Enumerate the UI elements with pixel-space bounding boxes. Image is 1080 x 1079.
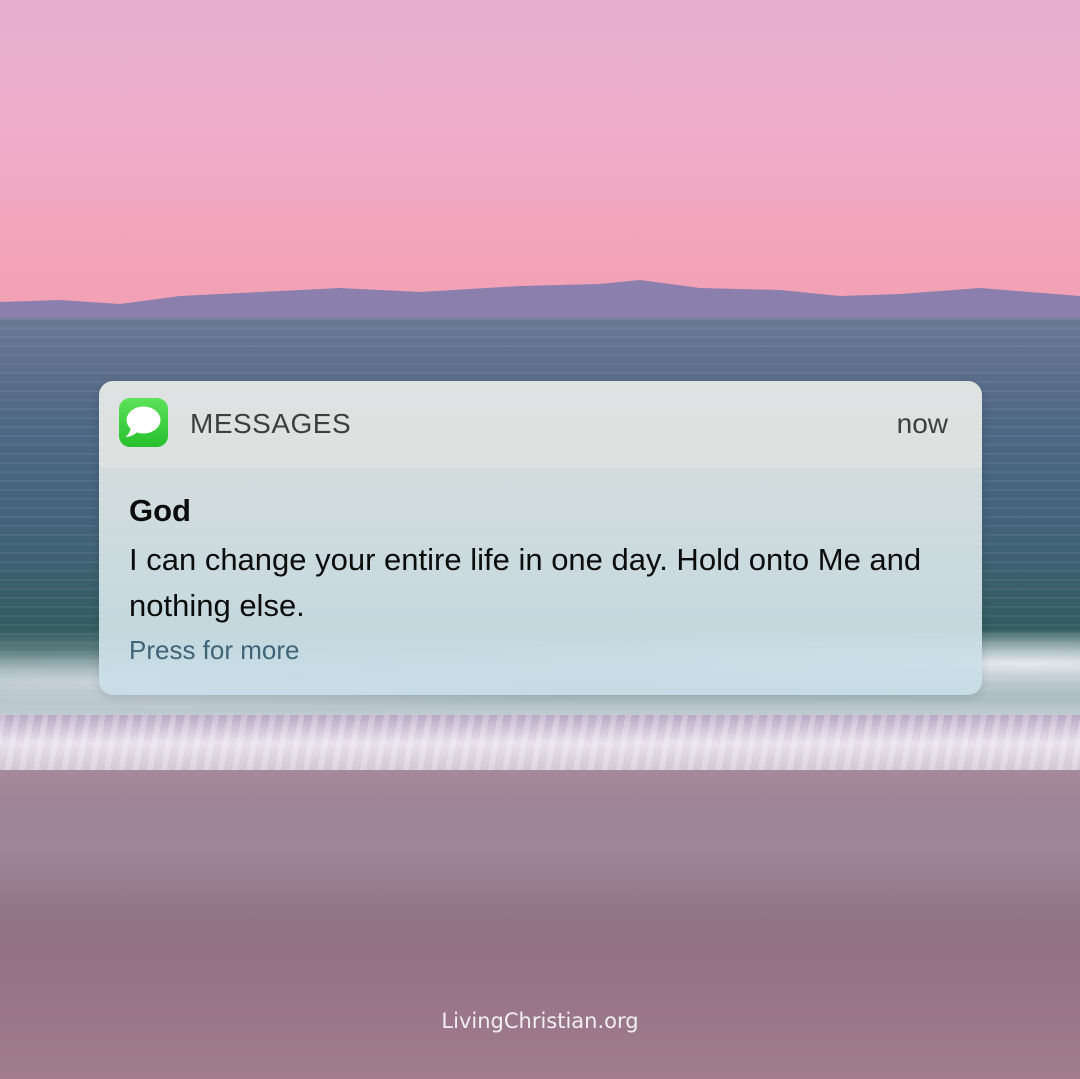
sand-haze bbox=[0, 790, 1080, 930]
message-sender: God bbox=[129, 493, 191, 528]
press-for-more-hint[interactable]: Press for more bbox=[129, 635, 300, 666]
notification-header: MESSAGES now bbox=[99, 381, 982, 467]
message-notification[interactable]: MESSAGES now God I can change your entir… bbox=[99, 381, 982, 695]
message-text: I can change your entire life in one day… bbox=[129, 542, 922, 623]
notification-timestamp: now bbox=[896, 408, 948, 439]
app-name: MESSAGES bbox=[190, 408, 352, 439]
messages-bubble-icon bbox=[119, 398, 168, 447]
site-watermark: LivingChristian.org bbox=[441, 1009, 639, 1033]
